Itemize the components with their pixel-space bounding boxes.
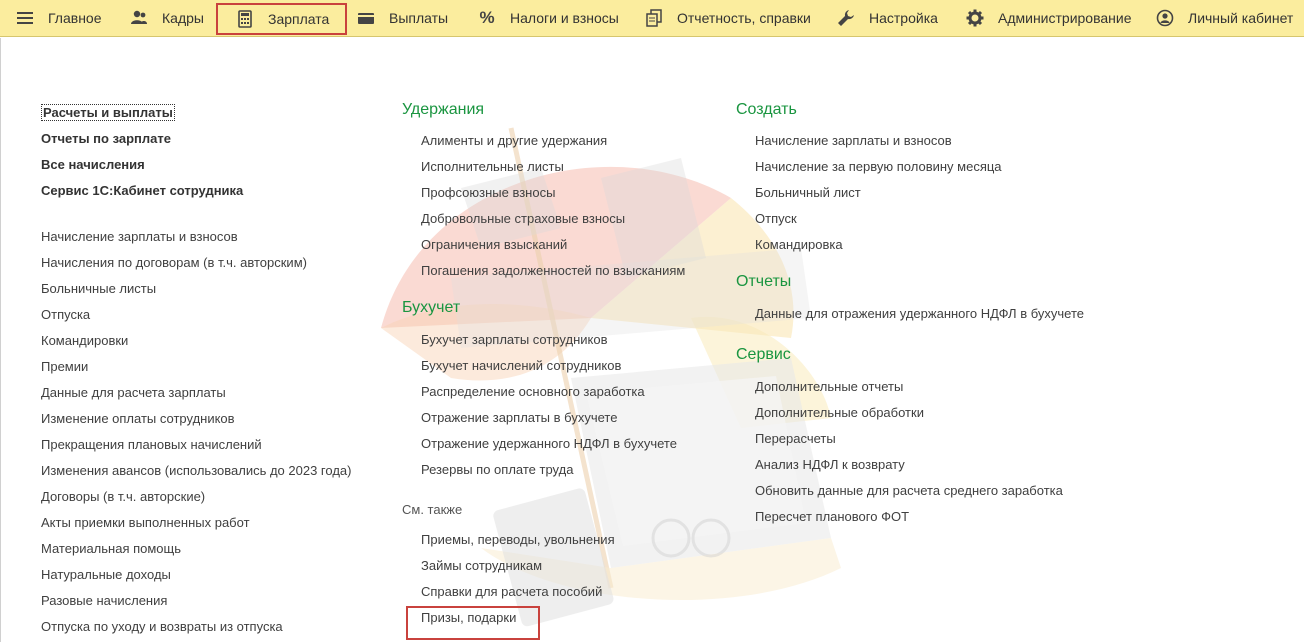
calculator-icon: [236, 10, 254, 28]
link-advance-changes[interactable]: Изменения авансов (использовались до 202…: [41, 458, 351, 484]
link-ndfl-reflection[interactable]: Отражение удержанного НДФЛ в бухучете: [421, 431, 685, 457]
nav-item-main[interactable]: Главное: [16, 0, 102, 36]
left-column: Расчеты и выплаты Отчеты по зарплате Все…: [41, 100, 351, 640]
link-employee-cabinet-service[interactable]: Сервис 1С:Кабинет сотрудника: [41, 178, 351, 204]
link-planned-fot-recalc[interactable]: Пересчет планового ФОТ: [755, 504, 1084, 530]
nav-item-label: Администрирование: [998, 10, 1132, 26]
link-ndfl-refund-analysis[interactable]: Анализ НДФЛ к возврату: [755, 452, 1084, 478]
link-create-first-half-accrual[interactable]: Начисление за первую половину месяца: [755, 154, 1084, 180]
link-create-salary-accrual[interactable]: Начисление зарплаты и взносов: [755, 128, 1084, 154]
top-navigation-bar: Главное Кадры Зарплата Выплаты % Налоги …: [0, 0, 1304, 37]
link-employee-salary-accounting[interactable]: Бухучет зарплаты сотрудников: [421, 327, 685, 353]
documents-icon: [645, 9, 663, 27]
link-contract-accruals[interactable]: Начисления по договорам (в т.ч. авторски…: [41, 250, 351, 276]
link-hiring-transfers-dismissals[interactable]: Приемы, переводы, увольнения: [421, 527, 685, 553]
nav-item-label: Личный кабинет: [1188, 10, 1294, 26]
link-debt-repayments[interactable]: Погашения задолженностей по взысканиям: [421, 258, 685, 284]
link-all-accruals[interactable]: Все начисления: [41, 152, 351, 178]
link-benefit-certificates[interactable]: Справки для расчета пособий: [421, 579, 685, 605]
nav-item-label: Кадры: [162, 10, 204, 26]
link-create-sick-leave[interactable]: Больничный лист: [755, 180, 1084, 206]
link-material-aid[interactable]: Материальная помощь: [41, 536, 351, 562]
link-create-business-trip[interactable]: Командировка: [755, 232, 1084, 258]
nav-item-administration[interactable]: Администрирование: [966, 0, 1132, 36]
nav-item-personal-account[interactable]: Личный кабинет: [1156, 0, 1293, 36]
nav-item-reports[interactable]: Отчетность, справки: [645, 0, 811, 36]
link-ndfl-reflection-data[interactable]: Данные для отражения удержанного НДФЛ в …: [755, 301, 1084, 327]
link-recovery-limits[interactable]: Ограничения взысканий: [421, 232, 685, 258]
nav-item-label: Отчетность, справки: [677, 10, 811, 26]
section-title-create: Создать: [736, 101, 797, 118]
link-base-earnings-distribution[interactable]: Распределение основного заработка: [421, 379, 685, 405]
link-writs[interactable]: Исполнительные листы: [421, 154, 685, 180]
nav-item-label: Выплаты: [389, 10, 449, 26]
link-alimony[interactable]: Алименты и другие удержания: [421, 128, 685, 154]
wrench-icon: [837, 9, 855, 27]
link-parental-leave[interactable]: Отпуска по уходу и возвраты из отпуска: [41, 614, 351, 640]
percent-icon: %: [479, 8, 495, 27]
link-recalculations[interactable]: Перерасчеты: [755, 426, 1084, 452]
nav-item-salary[interactable]: Зарплата: [216, 3, 348, 35]
link-employee-accrual-accounting[interactable]: Бухучет начислений сотрудников: [421, 353, 685, 379]
link-business-trips[interactable]: Командировки: [41, 328, 351, 354]
link-vacations[interactable]: Отпуска: [41, 302, 351, 328]
nav-item-label: Главное: [48, 10, 102, 26]
see-also-label: См. также: [402, 502, 463, 517]
link-contracts[interactable]: Договоры (в т.ч. авторские): [41, 484, 351, 510]
section-title-accounting: Бухучет: [402, 299, 461, 316]
wallet-icon: [357, 9, 375, 27]
section-title-service: Сервис: [736, 346, 791, 363]
link-salary-data[interactable]: Данные для расчета зарплаты: [41, 380, 351, 406]
link-pay-changes[interactable]: Изменение оплаты сотрудников: [41, 406, 351, 432]
nav-item-label: Зарплата: [268, 11, 330, 27]
user-circle-icon: [1156, 9, 1174, 27]
link-salary-accrual[interactable]: Начисление зарплаты и взносов: [41, 224, 351, 250]
link-additional-processing[interactable]: Дополнительные обработки: [755, 400, 1084, 426]
nav-item-label: Налоги и взносы: [510, 10, 619, 26]
section-title-reports: Отчеты: [736, 273, 792, 290]
middle-column: Удержания Алименты и другие удержания Ис…: [402, 96, 685, 631]
section-title-deductions: Удержания: [402, 101, 485, 118]
nav-item-hr[interactable]: Кадры: [130, 0, 204, 36]
link-one-time-accruals[interactable]: Разовые начисления: [41, 588, 351, 614]
link-additional-reports[interactable]: Дополнительные отчеты: [755, 374, 1084, 400]
nav-item-settings[interactable]: Настройка: [837, 0, 938, 36]
nav-item-label: Настройка: [869, 10, 938, 26]
link-union-fees[interactable]: Профсоюзные взносы: [421, 180, 685, 206]
link-labor-reserves[interactable]: Резервы по оплате труда: [421, 457, 685, 483]
link-employee-loans[interactable]: Займы сотрудникам: [421, 553, 685, 579]
nav-item-payments[interactable]: Выплаты: [357, 0, 448, 36]
link-natural-income[interactable]: Натуральные доходы: [41, 562, 351, 588]
users-icon: [130, 9, 148, 27]
link-salary-reflection[interactable]: Отражение зарплаты в бухучете: [421, 405, 685, 431]
highlight-frame: [406, 606, 540, 640]
link-calculations-payments[interactable]: Расчеты и выплаты: [41, 100, 351, 126]
link-bonuses[interactable]: Премии: [41, 354, 351, 380]
right-column: Создать Начисление зарплаты и взносов На…: [736, 96, 1084, 530]
link-sick-leaves[interactable]: Больничные листы: [41, 276, 351, 302]
link-salary-reports[interactable]: Отчеты по зарплате: [41, 126, 351, 152]
link-planned-accrual-termination[interactable]: Прекращения плановых начислений: [41, 432, 351, 458]
section-panel: Расчеты и выплаты Отчеты по зарплате Все…: [0, 38, 1304, 642]
link-voluntary-insurance[interactable]: Добровольные страховые взносы: [421, 206, 685, 232]
link-update-average-earnings[interactable]: Обновить данные для расчета среднего зар…: [755, 478, 1084, 504]
hamburger-menu-icon: [16, 9, 34, 27]
gear-icon: [966, 9, 984, 27]
link-work-acceptance-acts[interactable]: Акты приемки выполненных работ: [41, 510, 351, 536]
nav-item-taxes[interactable]: % Налоги и взносы: [478, 0, 619, 36]
link-create-vacation[interactable]: Отпуск: [755, 206, 1084, 232]
